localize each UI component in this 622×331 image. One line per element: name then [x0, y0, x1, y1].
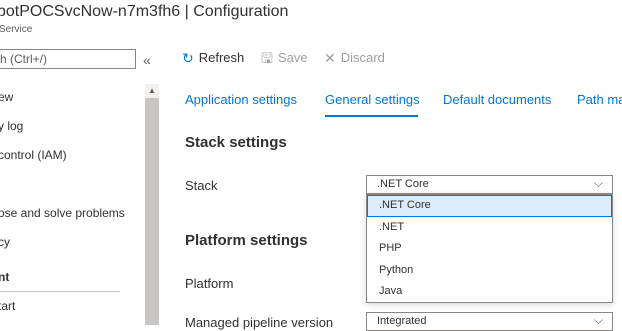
stack-option-python[interactable]: Python — [367, 260, 612, 282]
refresh-label: Refresh — [198, 50, 245, 65]
sidebar-item-overview[interactable]: ew — [0, 90, 13, 104]
sidebar-item-access-control[interactable]: control (IAM) — [0, 148, 67, 162]
chevron-down-icon: ⌵ — [593, 313, 603, 327]
save-label: Save — [277, 50, 308, 65]
tab-application-settings[interactable]: Application settings — [185, 92, 297, 107]
active-tab-indicator — [325, 115, 418, 117]
sidebar-item-diagnose[interactable]: ose and solve problems — [0, 206, 125, 220]
pipeline-label: Managed pipeline version — [185, 315, 334, 330]
discard-label: Discard — [340, 50, 385, 65]
save-button[interactable]: 🖫 Save — [261, 50, 308, 65]
pipeline-select-value: Integrated — [377, 315, 427, 327]
tab-default-documents[interactable]: Default documents — [443, 92, 551, 107]
platform-label: Platform — [185, 276, 234, 291]
save-icon: 🖫 — [261, 49, 273, 66]
sidebar-scroll-thumb[interactable] — [145, 98, 159, 325]
search-input[interactable]: h (Ctrl+/) — [0, 49, 136, 69]
close-icon: ✕ — [324, 49, 336, 66]
pipeline-select[interactable]: Integrated ⌵ — [366, 312, 613, 331]
discard-button[interactable]: ✕ Discard — [324, 50, 385, 65]
sidebar-section-deployment: nt — [0, 270, 10, 284]
sidebar-item-activity-log[interactable]: y log — [0, 119, 23, 133]
stack-option-net[interactable]: .NET — [367, 217, 612, 239]
stack-select[interactable]: .NET Core ⌵ — [366, 175, 613, 194]
chevron-down-icon: ⌵ — [593, 176, 603, 190]
stack-option-java[interactable]: Java — [367, 281, 612, 303]
tab-path-mappings[interactable]: Path ma — [577, 92, 622, 107]
refresh-button[interactable]: ↻ Refresh — [182, 50, 244, 65]
page-subtitle: Service — [0, 24, 33, 35]
page-title: botPOCSvcNow-n7m3fh6 | Configuration — [0, 3, 289, 20]
stack-select-value: .NET Core — [377, 178, 429, 190]
sidebar-item-quickstart[interactable]: tart — [0, 299, 15, 313]
sidebar-divider — [0, 291, 120, 292]
stack-option-php[interactable]: PHP — [367, 238, 612, 260]
collapse-sidebar-button[interactable]: « — [143, 52, 151, 68]
stack-dropdown-list: .NET Core .NET PHP Python Java — [366, 194, 613, 303]
stack-option-netcore[interactable]: .NET Core — [367, 195, 612, 217]
tab-general-settings[interactable]: General settings — [325, 92, 420, 107]
sidebar-item-security[interactable]: cy — [0, 235, 10, 249]
stack-settings-heading: Stack settings — [185, 134, 287, 151]
stack-label: Stack — [185, 178, 218, 193]
refresh-icon: ↻ — [182, 49, 194, 66]
scroll-up-icon[interactable]: ▲ — [148, 86, 156, 95]
platform-settings-heading: Platform settings — [185, 232, 308, 249]
